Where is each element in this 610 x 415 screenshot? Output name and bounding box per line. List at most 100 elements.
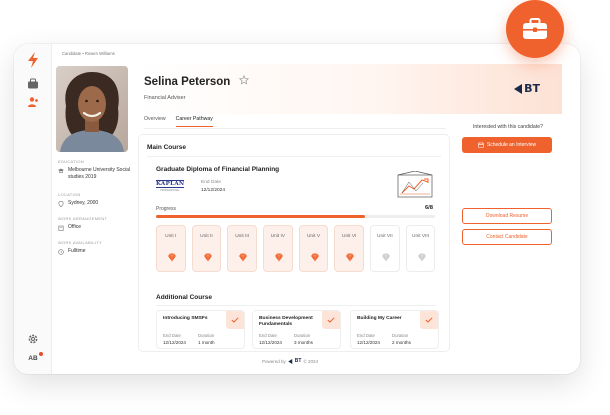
app-window: AB Candidate • Rowen Williams EDUCATION … [14,44,580,374]
course-end-date-label: End Date [259,333,277,338]
progress-bar-fill [156,215,366,218]
main-course-divider [147,156,441,157]
course-duration-label: Duration [198,333,215,338]
breadcrumb: Candidate • Rowen Williams [62,51,115,56]
calendar-icon [478,142,484,148]
building-icon [58,225,64,231]
candidate-name: Selina Peterson [144,76,231,88]
progress-bar [156,215,435,218]
unit-tile[interactable]: Unit I [156,225,186,272]
app-logo-icon[interactable] [26,52,40,68]
checkmark-icon [327,317,335,323]
unit-label: Unit II [200,234,213,239]
unit-tile[interactable]: Unit VII [370,225,400,272]
unit-tile[interactable]: Unit II [191,225,222,272]
work-availability-row: Fulltime [58,248,86,255]
main-course-title: Main Course [147,144,187,151]
course-complete-badge [322,311,340,329]
additional-course-title: Additional Course [156,294,212,301]
cta-question: Interested with this candidate? [472,124,544,130]
work-availability-value: Fulltime [68,248,86,254]
unit-label: Unit IV [270,234,286,239]
user-avatar[interactable]: AB [14,352,52,362]
unit-label: Unit VII [377,234,393,239]
unit-tile[interactable]: Unit V [298,225,329,272]
work-availability-label: WORK AVAILABILITY [58,240,103,245]
additional-course-card[interactable]: Business Development Fundamentals End Dat… [252,310,341,349]
clock-icon [58,248,64,255]
tab-career-pathway[interactable]: Career Pathway [175,116,213,127]
unit-tile[interactable]: Unit III [227,225,257,272]
tab-divider [144,128,446,129]
schedule-interview-button[interactable]: Schedule an Interview [462,137,552,153]
stage: AB Candidate • Rowen Williams EDUCATION … [0,0,610,415]
course-duration: 1 month [198,340,215,345]
unit-complete-gem-icon [239,253,248,262]
course-end-date: 12/12/2024 [259,340,282,345]
breadcrumb-root[interactable]: Candidate [62,51,81,56]
briefcase-badge [506,0,564,58]
breadcrumb-current: Rowen Williams [84,51,115,56]
additional-course-card[interactable]: Building My Career End Date 12/12/2024 Dura… [350,310,439,349]
people-nav-icon[interactable] [27,96,39,108]
work-arrangement-row: Office [58,224,81,231]
unit-list: Unit I Unit II Unit III Unit IV Unit V Unit V… [156,225,436,272]
briefcase-nav-icon[interactable] [27,78,39,90]
course-end-date: 12/12/2024 [357,340,380,345]
footer-year: © 2024 [303,358,318,364]
checkmark-icon [425,317,433,323]
kaplan-subtitle: PROFESSIONAL [160,189,180,192]
unit-complete-gem-icon [275,253,284,262]
unit-tile[interactable]: Unit IV [263,225,293,272]
work-arrangement-label: WORK ARRANGEMENT [58,216,108,221]
unit-complete-gem-icon [203,253,212,262]
career-pathway-panel: Main Course Graduate Diploma of Financia… [138,134,450,352]
candidate-role: Financial Adviser [144,95,186,101]
main-course-name: Graduate Diploma of Financial Planning [156,166,280,173]
course-duration: 2 months [392,340,411,345]
contact-candidate-button[interactable]: Contact Candidate [462,229,552,245]
unit-complete-gem-icon [168,253,176,262]
left-rail: AB [14,44,52,374]
footer-brand: BT [294,358,302,364]
unit-locked-gem-icon [417,253,426,262]
additional-course-card[interactable]: Introducing SMSFs End Date 12/12/2024 Durat… [156,310,245,349]
user-initials: AB [28,355,38,362]
footer-bt-mark-icon [288,358,292,364]
favorite-star-icon[interactable] [239,75,249,85]
unit-tile[interactable]: Unit VI [334,225,364,272]
additional-course-name: Business Development Fundamentals [259,316,313,327]
main-course-end-date: 12/12/2024 [201,188,226,193]
location-label: LOCATION [58,192,81,197]
course-end-date-label: End Date [357,333,375,338]
footer: Powered by BT © 2024 [134,358,446,364]
profile-header: Selina Peterson Financial Adviser BT [134,64,562,114]
tab-overview[interactable]: Overview [144,116,166,127]
progress-count: 6/8 [424,205,433,211]
main-course-end-date-label: End Date [201,180,222,185]
download-resume-button[interactable]: Download Resume [462,208,552,224]
graduation-cap-icon [58,168,64,173]
unit-locked-gem-icon [382,253,391,262]
unit-label: Unit I [165,234,177,239]
powered-by-label: Powered by [261,358,286,364]
kaplan-logo: KAPLAN PROFESSIONAL [156,180,184,192]
unit-complete-gem-icon [346,253,355,262]
course-duration-label: Duration [392,333,409,338]
settings-gear-icon[interactable] [27,333,39,345]
unit-label: Unit VIII [412,234,430,239]
course-end-date: 12/12/2024 [163,340,186,345]
additional-course-name: Introducing SMSFs [163,316,208,321]
location-pin-icon [58,200,64,207]
unit-tile[interactable]: Unit VIII [405,225,436,272]
bt-brand-mark-icon [514,83,523,94]
course-duration: 3 months [294,340,313,345]
location-row: Sydney, 2000 [58,200,98,207]
unit-complete-gem-icon [310,253,319,262]
unit-label: Unit III [235,234,250,239]
unit-label: Unit VI [341,234,357,239]
course-complete-badge [420,311,438,329]
notification-dot [39,352,43,356]
location-value: Sydney, 2000 [68,200,99,206]
course-complete-badge [226,311,244,329]
